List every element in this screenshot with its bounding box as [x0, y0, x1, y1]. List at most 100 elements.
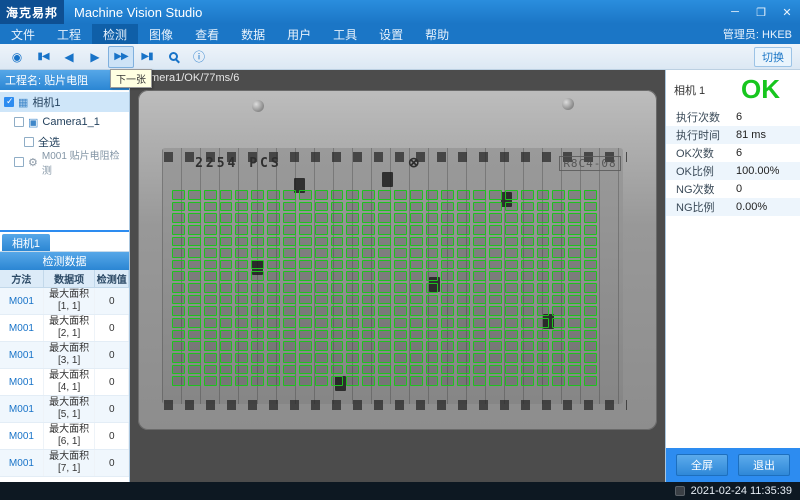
detection-cell: [204, 376, 217, 386]
menu-item[interactable]: 设置: [368, 24, 414, 44]
run-button[interactable]: ▶: [82, 46, 108, 68]
menu-item[interactable]: 检测: [92, 24, 138, 44]
detection-cell: [552, 341, 565, 351]
item-index: [7, 1]: [58, 463, 80, 475]
detection-cell: [283, 190, 296, 200]
exit-button[interactable]: 退出: [738, 454, 790, 476]
detection-cell: [172, 248, 185, 258]
detection-cell: [410, 295, 423, 305]
detection-cell: [537, 213, 550, 223]
detection-cell: [537, 295, 550, 305]
detection-cell: [441, 271, 454, 281]
detection-cell: [235, 237, 248, 247]
detection-cell: [172, 190, 185, 200]
detection-cell: [346, 213, 359, 223]
detection-cell: [394, 225, 407, 235]
table-row[interactable]: M001 最大面积 [2, 1] 0: [0, 315, 129, 342]
detection-cell: [489, 248, 502, 258]
detection-cell: [299, 225, 312, 235]
window-controls: ─ ❐ ✕: [722, 0, 800, 24]
detection-cell: [394, 260, 407, 270]
menu-item[interactable]: 工具: [322, 24, 368, 44]
stat-value: 81 ms: [736, 129, 766, 141]
play-icon: ▶: [90, 50, 99, 64]
detection-cell: [568, 202, 581, 212]
detection-cell: [489, 283, 502, 293]
table-row[interactable]: M001 最大面积 [4, 1] 0: [0, 369, 129, 396]
power-button[interactable]: ◉: [4, 46, 30, 68]
detection-cell: [172, 237, 185, 247]
stat-value: 6: [736, 147, 742, 159]
tree-item-camera1-1[interactable]: ▣ Camera1_1: [0, 112, 129, 132]
detection-cell: [521, 283, 534, 293]
maximize-button[interactable]: ❐: [748, 0, 774, 24]
camera1-1-checkbox[interactable]: [14, 117, 24, 127]
detection-cell: [362, 190, 375, 200]
item-name: 最大面积: [49, 424, 89, 436]
detection-cell: [457, 353, 470, 363]
last-image-button[interactable]: ▶▮: [134, 46, 160, 68]
tree-item-camera1[interactable]: ▦ 相机1: [0, 92, 129, 112]
menu-item[interactable]: 工程: [46, 24, 92, 44]
camera1-checkbox[interactable]: [4, 97, 14, 107]
table-row[interactable]: M001 最大面积 [6, 1] 0: [0, 423, 129, 450]
detection-cell: [188, 213, 201, 223]
stat-label: NG次数: [676, 181, 736, 197]
table-row[interactable]: M001 最大面积 [5, 1] 0: [0, 396, 129, 423]
minimize-button[interactable]: ─: [722, 0, 748, 24]
detection-cell: [441, 237, 454, 247]
detection-cell: [394, 353, 407, 363]
detection-cell: [346, 225, 359, 235]
detection-cell: [172, 306, 185, 316]
image-viewport[interactable]: Camera1/OK/77ms/6 2254 PCS ⊗ R8C4-08: [130, 70, 665, 482]
tape-marking-code: R8C4-08: [559, 156, 620, 171]
table-row[interactable]: M001 最大面积 [1, 1] 0: [0, 288, 129, 315]
switch-user-button[interactable]: 切换: [754, 47, 792, 67]
close-button[interactable]: ✕: [774, 0, 800, 24]
camera-icon: ▣: [28, 116, 38, 129]
detection-cell: [489, 330, 502, 340]
menu-item[interactable]: 用户: [276, 24, 322, 44]
zoom-button[interactable]: [160, 46, 186, 68]
menu-item[interactable]: 图像: [138, 24, 184, 44]
tab-camera1[interactable]: 相机1: [2, 234, 50, 251]
detection-cell: [394, 202, 407, 212]
detection-cell: [267, 225, 280, 235]
menu-item[interactable]: 帮助: [414, 24, 460, 44]
fullscreen-button[interactable]: 全屏: [676, 454, 728, 476]
detection-cell: [251, 237, 264, 247]
detection-cell: [251, 202, 264, 212]
menu-item[interactable]: 文件: [0, 24, 46, 44]
first-image-button[interactable]: ▮◀: [30, 46, 56, 68]
method-cell: M001: [0, 315, 44, 341]
detection-cell: [568, 260, 581, 270]
detection-cell: [235, 365, 248, 375]
m001-checkbox[interactable]: [14, 157, 24, 167]
next-image-button[interactable]: ▶▶: [108, 46, 134, 68]
detection-cell: [204, 213, 217, 223]
detection-cell: [410, 225, 423, 235]
select-all-checkbox[interactable]: [24, 137, 34, 147]
detection-cell: [410, 330, 423, 340]
detection-cell: [315, 353, 328, 363]
result-panel: 相机 1 OK 执行次数 6 执行时间 81 ms OK: [665, 70, 800, 482]
stat-value: 6: [736, 111, 742, 123]
table-row[interactable]: M001 最大面积 [3, 1] 0: [0, 342, 129, 369]
detection-cell: [378, 225, 391, 235]
detection-cell: [315, 260, 328, 270]
detection-cell: [457, 237, 470, 247]
prev-image-button[interactable]: ◀: [56, 46, 82, 68]
detection-cell: [505, 341, 518, 351]
detection-cell: [473, 260, 486, 270]
info-button[interactable]: ⓘ: [186, 46, 212, 68]
detection-cell: [426, 190, 439, 200]
menu-item[interactable]: 查看: [184, 24, 230, 44]
detection-cell: [283, 330, 296, 340]
tree-item-m001[interactable]: ⚙ M001 贴片电阻检测: [0, 152, 129, 172]
detection-cell: [537, 318, 550, 328]
detection-cell: [394, 295, 407, 305]
detection-cell: [489, 190, 502, 200]
stat-row: 执行时间 81 ms: [666, 126, 800, 144]
table-row[interactable]: M001 最大面积 [7, 1] 0: [0, 450, 129, 477]
menu-item[interactable]: 数据: [230, 24, 276, 44]
